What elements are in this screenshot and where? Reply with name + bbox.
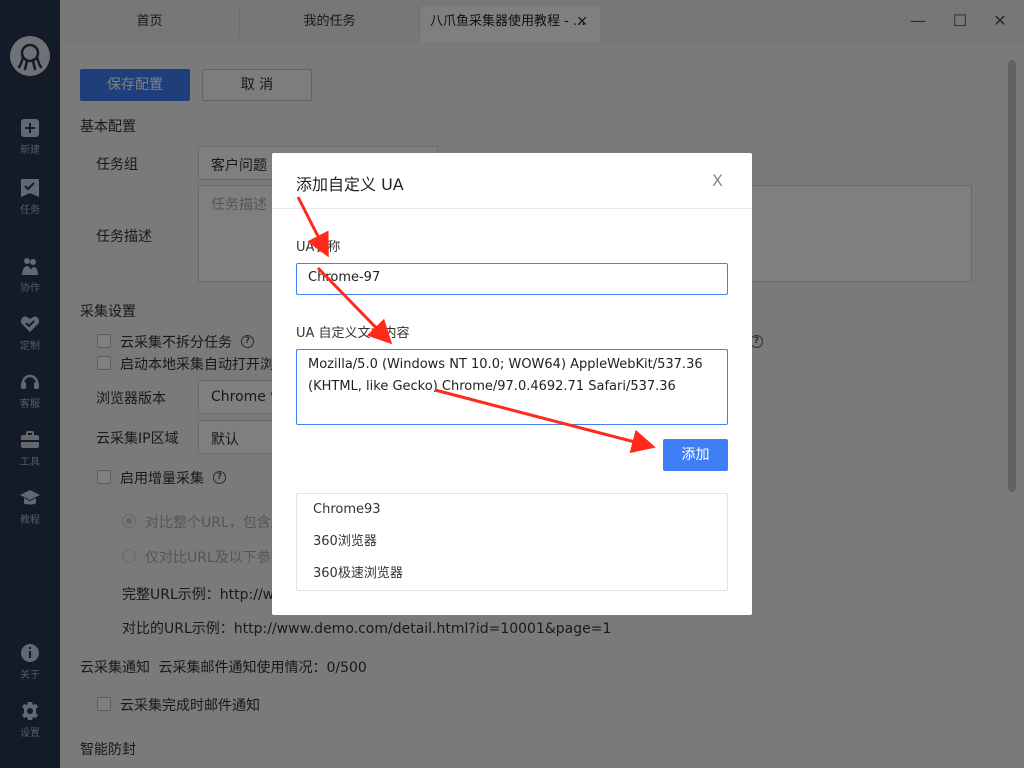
ua-content-textarea[interactable]: Mozilla/5.0 (Windows NT 10.0; WOW64) App… xyxy=(296,349,728,425)
ua-list: Chrome93 360浏览器 360极速浏览器 xyxy=(296,493,728,591)
ua-name-label: UA名称 xyxy=(296,240,341,255)
add-custom-ua-dialog: 添加自定义 UA X UA名称 Chrome-97 UA 自定义文本内容 Moz… xyxy=(272,153,752,615)
ua-content-line: (KHTML, like Gecko) Chrome/97.0.4692.71 … xyxy=(308,379,676,394)
divider xyxy=(272,208,752,209)
ua-name-input[interactable]: Chrome-97 xyxy=(296,263,728,295)
list-item[interactable]: 360极速浏览器 xyxy=(297,558,727,590)
list-item[interactable]: 360浏览器 xyxy=(297,526,727,558)
ua-name-value: Chrome-97 xyxy=(308,270,381,285)
ua-content-label: UA 自定义文本内容 xyxy=(296,326,410,341)
close-icon[interactable]: X xyxy=(712,171,723,190)
ua-content-line: Mozilla/5.0 (Windows NT 10.0; WOW64) App… xyxy=(308,357,703,372)
dialog-title: 添加自定义 UA xyxy=(296,175,404,194)
list-item[interactable]: Chrome93 xyxy=(297,494,727,526)
add-ua-button[interactable]: 添加 xyxy=(663,439,728,471)
